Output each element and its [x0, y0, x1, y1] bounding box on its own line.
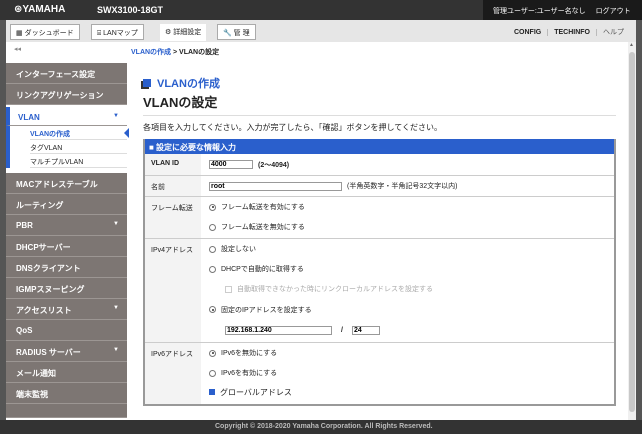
breadcrumb-parent[interactable]: VLANの作成 — [131, 49, 171, 56]
sidebar-item-vlan[interactable]: VLAN ▼ — [6, 107, 127, 126]
page-title: VLANの設定 — [143, 95, 616, 116]
top-header: ⊛YAMAHA SWX3100-18GT 管理ユーザー:ユーザー名なし ログアウト — [0, 0, 642, 20]
subnet-mask-input[interactable] — [351, 326, 380, 335]
sidebar-item-label: PBR — [16, 221, 33, 230]
wrench-icon: 🔧 — [223, 30, 232, 37]
lan-map-icon: ⌸ — [97, 30, 102, 37]
ipv4-static-radio[interactable] — [209, 306, 216, 313]
ipv6-disable-radio[interactable] — [209, 349, 216, 357]
footer-copyright: Copyright © 2018-2020 Yamaha Corporation… — [0, 420, 642, 434]
tab-lan-map[interactable]: ⌸ LANマップ — [91, 24, 144, 40]
link-local-checkbox[interactable] — [225, 285, 232, 293]
square-bullet-icon — [209, 389, 215, 395]
tab-management[interactable]: 🔧 管 理 — [217, 24, 256, 40]
chevron-down-icon: ▼ — [113, 221, 119, 227]
sidebar-item-pbr[interactable]: PBR ▼ — [6, 215, 127, 236]
breadcrumb-separator: > — [171, 49, 180, 56]
help-link[interactable]: ヘルプ — [596, 29, 630, 36]
section-icon — [143, 79, 151, 87]
tab-detailed-settings[interactable]: ⚙ 詳細設定 — [159, 23, 208, 42]
section-title-text: VLANの作成 — [157, 78, 220, 90]
dashboard-icon: ▦ — [16, 30, 23, 37]
ipv6-enable-radio[interactable] — [209, 369, 216, 377]
sidebar-item-dhcp[interactable]: DHCPサーバー — [6, 236, 127, 257]
mask-separator: / — [341, 327, 343, 334]
global-address-heading: グローバルアドレス — [220, 387, 292, 397]
tab-label: 管 理 — [233, 30, 250, 37]
chevron-down-icon: ▼ — [113, 305, 119, 311]
vlan-id-label: VLAN ID — [145, 154, 201, 175]
checkbox-label: 自動取得できなかった時にリンクローカルアドレスを設定する — [237, 286, 433, 293]
main-nav: ▦ ダッシュボード ⌸ LANマップ ⚙ 詳細設定 🔧 管 理 CONFIG TE… — [6, 20, 636, 42]
tab-label: 詳細設定 — [173, 29, 202, 36]
ipv4-none-radio[interactable] — [209, 245, 216, 253]
sidebar-item-radius[interactable]: RADIUS サーバー ▼ — [6, 341, 127, 362]
breadcrumb: VLANの作成 > VLANの設定 — [131, 47, 219, 57]
sidebar-item-routing[interactable]: ルーティング — [6, 194, 127, 215]
chevron-down-icon: ▼ — [113, 113, 119, 119]
tab-label: LANマップ — [103, 30, 138, 37]
sidebar-item-terminal[interactable]: 端末監視 — [6, 383, 127, 404]
radio-label: フレーム転送を有効にする — [221, 204, 305, 211]
name-hint: (半角英数字・半角記号32文字以内) — [347, 183, 458, 190]
sidebar-item-mail[interactable]: メール通知 — [6, 362, 127, 383]
collapse-sidebar-icon[interactable]: ◂◂ — [14, 45, 21, 53]
techinfo-link[interactable]: TECHINFO — [547, 29, 596, 36]
breadcrumb-current: VLANの設定 — [179, 49, 220, 56]
ipv6-label: IPv6アドレス — [145, 343, 201, 404]
yamaha-logo: ⊛YAMAHA — [14, 4, 66, 15]
model-name: SWX3100-18GT — [97, 5, 164, 15]
name-input[interactable] — [209, 181, 342, 191]
gear-icon: ⚙ — [165, 29, 172, 36]
sidebar-item-label: VLAN — [18, 113, 40, 122]
logout-link[interactable]: ログアウト — [596, 8, 631, 15]
sidebar-item-access-list[interactable]: アクセスリスト ▼ — [6, 299, 127, 320]
sidebar-item-qos[interactable]: QoS — [6, 320, 127, 341]
vlan-id-hint: (2〜4094) — [258, 161, 290, 169]
sidebar-item-link-aggregation[interactable]: リンクアグリゲーション — [6, 84, 127, 105]
scrollbar[interactable]: ▲ — [628, 42, 636, 420]
form-header: ■ 設定に必要な情報入力 — [145, 139, 614, 154]
radio-label: 固定のIPアドレスを設定する — [221, 306, 312, 314]
scrollbar-thumb[interactable] — [629, 52, 635, 412]
sidebar-item-igmp[interactable]: IGMPスヌーピング — [6, 278, 127, 299]
submenu-multiple-vlan[interactable]: マルチプルVLAN — [30, 154, 127, 168]
sidebar-item-dns[interactable]: DNSクライアント — [6, 257, 127, 278]
frame-label: フレーム転送 — [145, 197, 201, 238]
vlan-id-input[interactable] — [209, 160, 253, 169]
submenu-vlan-create[interactable]: VLANの作成 — [30, 126, 129, 140]
vlan-submenu: VLANの作成 タグVLAN マルチプルVLAN — [6, 126, 129, 168]
sidebar-item-interface[interactable]: インターフェース設定 — [6, 63, 127, 84]
frame-enable-radio[interactable] — [209, 203, 216, 211]
name-label: 名前 — [145, 176, 201, 196]
tab-dashboard[interactable]: ▦ ダッシュボード — [10, 24, 80, 40]
settings-form: ■ 設定に必要な情報入力 VLAN ID (2〜4094) 名前 (半角英数字・… — [143, 139, 616, 406]
ipv4-label: IPv4アドレス — [145, 239, 201, 342]
main-panel: VLANの作成 VLANの設定 各項目を入力してください。入力が完了したら、「確… — [143, 76, 616, 406]
sidebar-item-label: アクセスリスト — [16, 306, 72, 315]
chevron-down-icon: ▼ — [113, 347, 119, 353]
frame-disable-radio[interactable] — [209, 223, 216, 231]
ip-address-input[interactable] — [225, 326, 332, 335]
user-info: 管理ユーザー:ユーザー名なし — [493, 8, 586, 15]
radio-label: フレーム転送を無効にする — [221, 224, 305, 231]
sidebar-item-mac-table[interactable]: MACアドレステーブル — [6, 173, 127, 194]
radio-label: DHCPで自動的に取得する — [221, 266, 304, 273]
instructions: 各項目を入力してください。入力が完了したら、「確認」ボタンを押してください。 — [143, 123, 443, 132]
sidebar-filler — [6, 404, 127, 418]
ipv4-dhcp-radio[interactable] — [209, 265, 216, 273]
section-title: VLANの作成 — [143, 76, 616, 90]
content-area: ◂◂ VLANの作成 > VLANの設定 インターフェース設定 リンクアグリゲー… — [6, 42, 628, 420]
scroll-up-icon[interactable]: ▲ — [629, 42, 634, 48]
submenu-tag-vlan[interactable]: タグVLAN — [30, 140, 127, 154]
config-link[interactable]: CONFIG — [508, 29, 547, 36]
radio-label: IPv6を有効にする — [221, 370, 278, 377]
tab-label: ダッシュボード — [24, 30, 74, 37]
sidebar: インターフェース設定 リンクアグリゲーション VLAN ▼ VLANの作成 タグV… — [6, 63, 129, 418]
radio-label: IPv6を無効にする — [221, 350, 278, 357]
sidebar-item-label: RADIUS サーバー — [16, 348, 81, 357]
radio-label: 設定しない — [221, 246, 256, 253]
